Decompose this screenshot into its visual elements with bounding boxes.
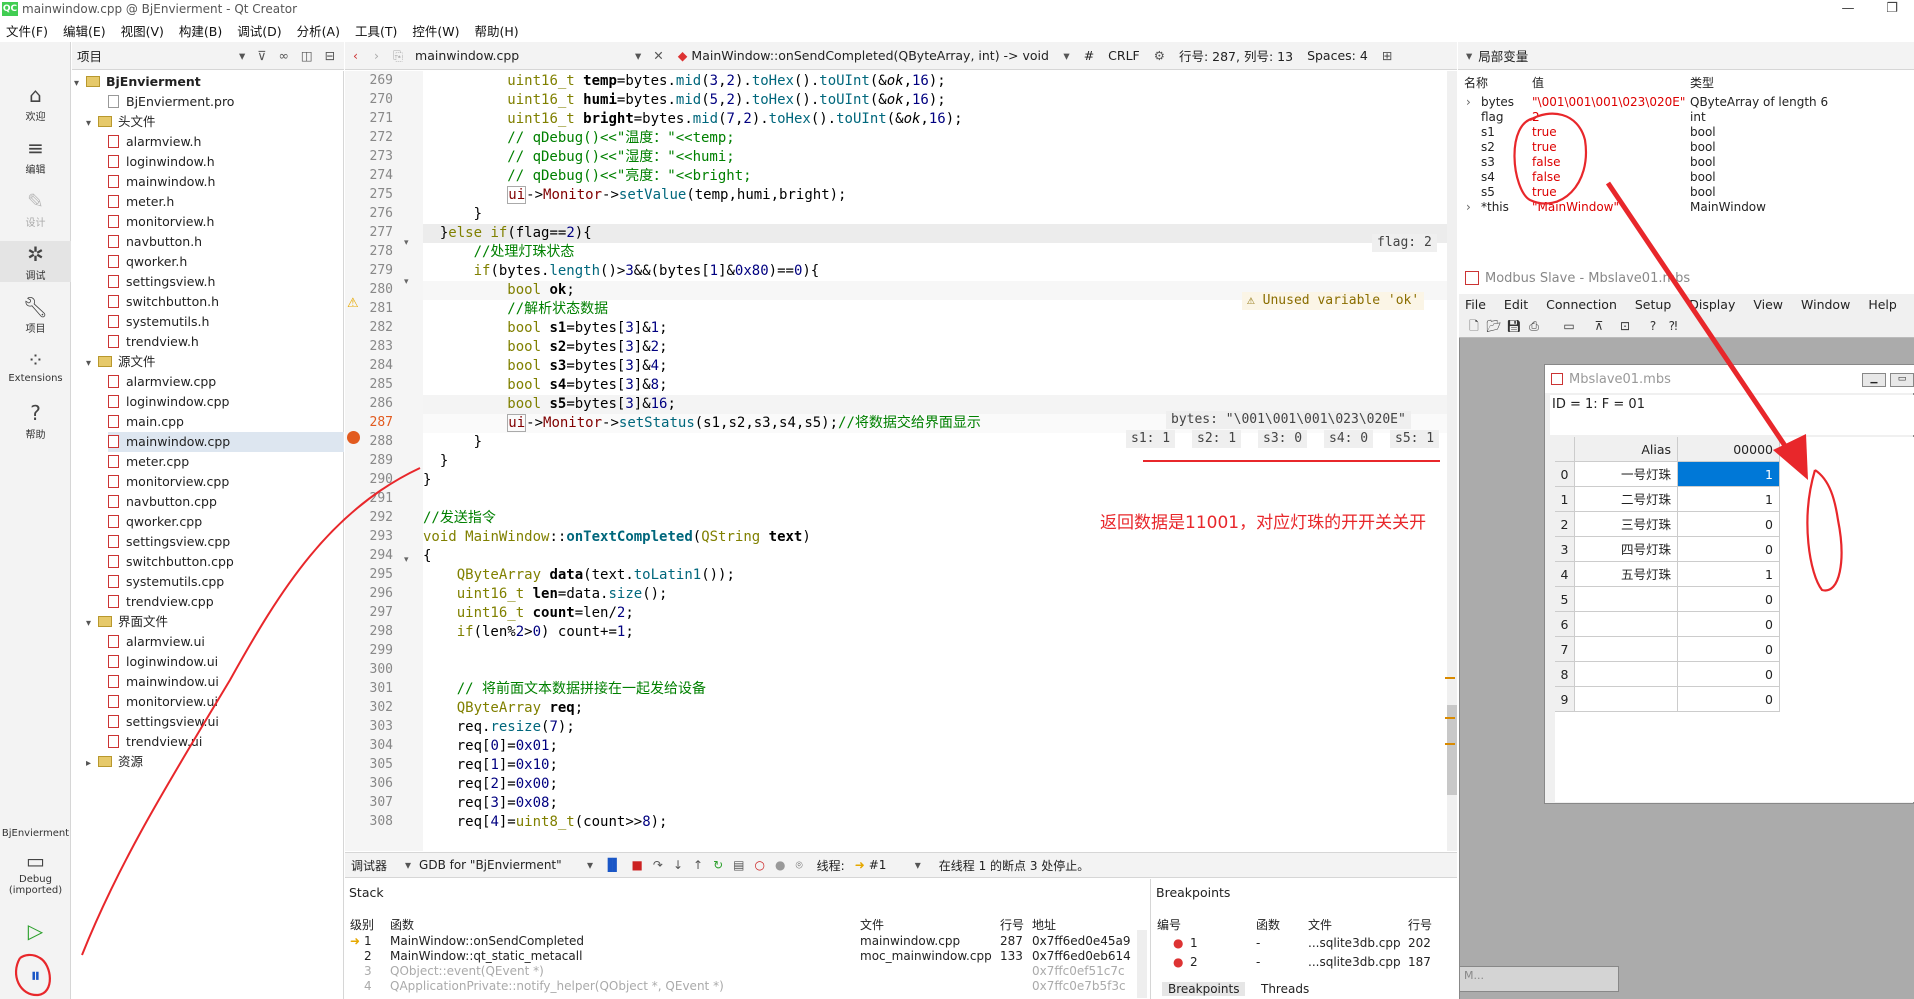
circle-debug-button [14,953,51,997]
arrow-head [1773,434,1808,480]
circle-modbus-values [1806,469,1843,592]
arrow-to-modbus [1605,181,1803,470]
annotation-overlay [14,112,1843,997]
circle-locals-values [1513,112,1588,205]
arrow-from-debug-button [81,467,421,956]
